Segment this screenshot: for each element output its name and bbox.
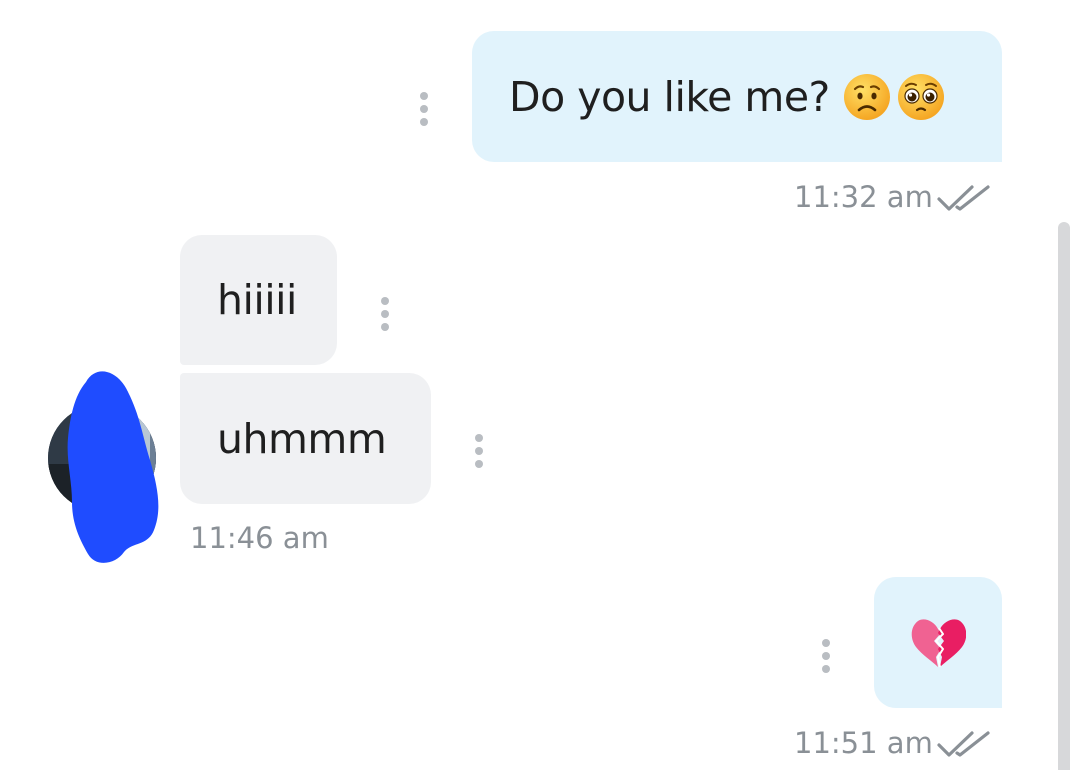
scrollbar[interactable] — [1058, 222, 1070, 770]
chat-conversation: Do you like me? 11:32 am hiiiii uhmmm 11… — [0, 0, 1078, 770]
worried-face-icon — [843, 73, 890, 120]
message-menu-icon[interactable] — [417, 92, 431, 126]
outgoing-message-bubble[interactable]: Do you like me? — [472, 31, 1002, 162]
message-text: hiiiii — [217, 276, 297, 324]
double-check-icon — [937, 731, 990, 757]
incoming-message-bubble[interactable]: uhmmm — [180, 373, 431, 504]
pleading-face-icon — [897, 73, 944, 120]
message-menu-icon[interactable] — [472, 434, 486, 468]
message-text: uhmmm — [217, 414, 387, 463]
message-timestamp: 11:46 am — [190, 521, 329, 555]
message-timestamp: 11:32 am — [794, 180, 933, 214]
message-menu-icon[interactable] — [378, 297, 392, 331]
message-text: Do you like me? — [509, 72, 830, 121]
message-menu-icon[interactable] — [819, 639, 833, 673]
redaction-scribble — [67, 371, 159, 563]
double-check-icon — [937, 185, 990, 211]
broken-heart-icon — [911, 618, 966, 667]
outgoing-message-bubble[interactable] — [874, 577, 1002, 708]
incoming-message-bubble[interactable]: hiiiii — [180, 235, 337, 365]
message-timestamp: 11:51 am — [794, 726, 933, 760]
